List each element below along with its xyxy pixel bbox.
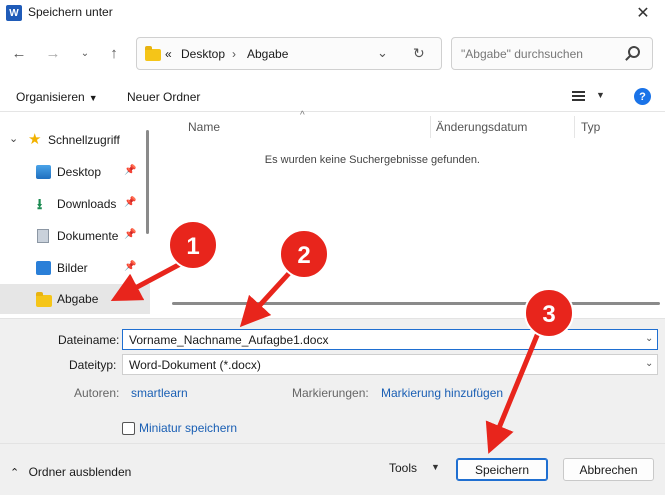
breadcrumb-separator-icon: › <box>232 47 236 61</box>
authors-label: Autoren: <box>74 386 120 400</box>
chevron-down-icon[interactable]: ⌄ <box>9 132 18 145</box>
address-dropdown-icon[interactable]: ⌄ <box>377 45 388 61</box>
up-button[interactable]: ↑ <box>103 42 125 64</box>
add-tag-link[interactable]: Markierung hinzufügen <box>381 386 503 400</box>
sidebar-item-label: Downloads <box>57 197 117 211</box>
save-form: Dateiname: ⌄ Dateityp: Word-Dokument (*.… <box>0 318 665 495</box>
sidebar-item-documents[interactable]: Dokumente 📌 <box>0 222 150 250</box>
close-button[interactable]: ✕ <box>631 2 655 24</box>
sidebar-item-label: Bilder <box>57 261 88 275</box>
filetype-dropdown-icon[interactable]: ⌄ <box>645 358 653 369</box>
column-divider[interactable] <box>430 116 431 138</box>
word-app-icon: W <box>6 5 22 21</box>
sidebar-item-downloads[interactable]: ⭳ Downloads 📌 <box>0 190 150 218</box>
view-list-icon[interactable] <box>572 91 585 101</box>
pin-icon: 📌 <box>124 197 137 208</box>
file-list: ^ Name Änderungsdatum Typ Es wurden kein… <box>172 110 665 310</box>
filetype-select[interactable]: Word-Dokument (*.docx) <box>122 354 658 375</box>
sidebar-item-pictures[interactable]: Bilder 📌 <box>0 254 150 282</box>
folder-icon <box>145 46 161 61</box>
arrow-left-icon: ← <box>11 44 27 62</box>
filetype-value: Word-Dokument (*.docx) <box>129 358 261 372</box>
folder-icon <box>36 292 52 307</box>
save-button[interactable]: Speichern <box>456 458 548 481</box>
pin-icon: 📌 <box>124 229 137 240</box>
footer-divider <box>0 443 665 444</box>
search-icon[interactable] <box>628 46 640 58</box>
save-thumbnail-label[interactable]: Miniatur speichern <box>139 421 237 435</box>
column-header-date[interactable]: Änderungsdatum <box>436 120 527 134</box>
column-header-type[interactable]: Typ <box>581 120 600 134</box>
sidebar-item-label: Schnellzugriff <box>48 133 120 147</box>
filename-label: Dateiname: <box>58 333 120 347</box>
cancel-button[interactable]: Abbrechen <box>563 458 654 481</box>
forward-button[interactable]: → <box>42 42 64 64</box>
sidebar-item-quick-access[interactable]: ⌄ ★ Schnellzugriff <box>0 126 150 154</box>
hide-folders-label: Ordner ausblenden <box>28 465 132 479</box>
recent-locations-button[interactable]: ⌄ <box>74 42 96 64</box>
sidebar-scrollbar[interactable] <box>146 130 149 234</box>
navigation-pane: ⌄ ★ Schnellzugriff Desktop 📌 ⭳ Downloads… <box>0 116 150 316</box>
path-overflow-icon[interactable]: « <box>165 47 172 61</box>
chevron-down-icon: ⌄ <box>80 47 90 59</box>
breadcrumb-abgabe[interactable]: Abgabe <box>247 47 288 61</box>
search-input[interactable]: "Abgabe" durchsuchen <box>461 47 583 61</box>
star-icon: ★ <box>28 131 42 148</box>
close-icon: ✕ <box>636 5 650 22</box>
tools-caret-down-icon[interactable]: ▼ <box>431 462 440 472</box>
filename-dropdown-icon[interactable]: ⌄ <box>645 333 653 344</box>
help-icon[interactable]: ? <box>634 88 651 105</box>
column-header-name[interactable]: Name <box>188 120 220 134</box>
tools-button[interactable]: Tools <box>389 461 417 475</box>
command-toolbar: Organisieren ▼ Neuer Ordner ▼ ? <box>0 82 665 112</box>
sidebar-item-label: Desktop <box>57 165 102 179</box>
search-box[interactable]: "Abgabe" durchsuchen <box>451 37 653 70</box>
refresh-icon[interactable]: ↻ <box>413 45 425 62</box>
back-button[interactable]: ← <box>8 42 30 64</box>
desktop-icon <box>36 165 51 179</box>
download-icon: ⭳ <box>37 196 43 213</box>
pictures-icon <box>36 261 51 275</box>
organize-button[interactable]: Organisieren ▼ <box>16 90 98 104</box>
save-thumbnail-checkbox[interactable] <box>122 422 135 435</box>
hide-folders-button[interactable]: ⌃ Ordner ausblenden <box>10 465 131 479</box>
documents-icon <box>37 229 49 243</box>
column-divider[interactable] <box>574 116 575 138</box>
window-title: Speichern unter <box>28 5 113 19</box>
arrow-right-icon: → <box>45 44 61 62</box>
sidebar-item-desktop[interactable]: Desktop 📌 <box>0 158 150 186</box>
pin-icon: 📌 <box>124 165 137 176</box>
sidebar-item-label: Abgabe <box>57 292 99 306</box>
sidebar-item-abgabe[interactable]: Abgabe <box>0 284 150 314</box>
new-folder-button[interactable]: Neuer Ordner <box>127 90 200 104</box>
filename-input[interactable] <box>122 329 658 350</box>
organize-label: Organisieren <box>16 90 85 104</box>
tags-label: Markierungen: <box>292 386 369 400</box>
title-bar: W Speichern unter ✕ <box>0 0 665 26</box>
sort-ascending-icon: ^ <box>300 110 305 121</box>
caret-down-icon: ▼ <box>88 93 98 103</box>
chevron-up-icon: ⌃ <box>10 467 20 479</box>
view-caret-down-icon[interactable]: ▼ <box>596 90 605 100</box>
arrow-up-icon: ↑ <box>110 44 118 62</box>
filetype-label: Dateityp: <box>69 358 117 372</box>
empty-results-message: Es wurden keine Suchergebnisse gefunden. <box>264 154 480 166</box>
navigation-bar: ← → ⌄ ↑ « Desktop › Abgabe ⌄ ↻ "Abgabe" … <box>0 30 665 78</box>
pin-icon: 📌 <box>124 261 137 272</box>
breadcrumb-desktop[interactable]: Desktop <box>181 47 225 61</box>
horizontal-scrollbar[interactable] <box>172 302 660 305</box>
authors-value[interactable]: smartlearn <box>131 386 188 400</box>
address-bar[interactable]: « Desktop › Abgabe ⌄ ↻ <box>136 37 442 70</box>
sidebar-item-label: Dokumente <box>57 229 119 243</box>
